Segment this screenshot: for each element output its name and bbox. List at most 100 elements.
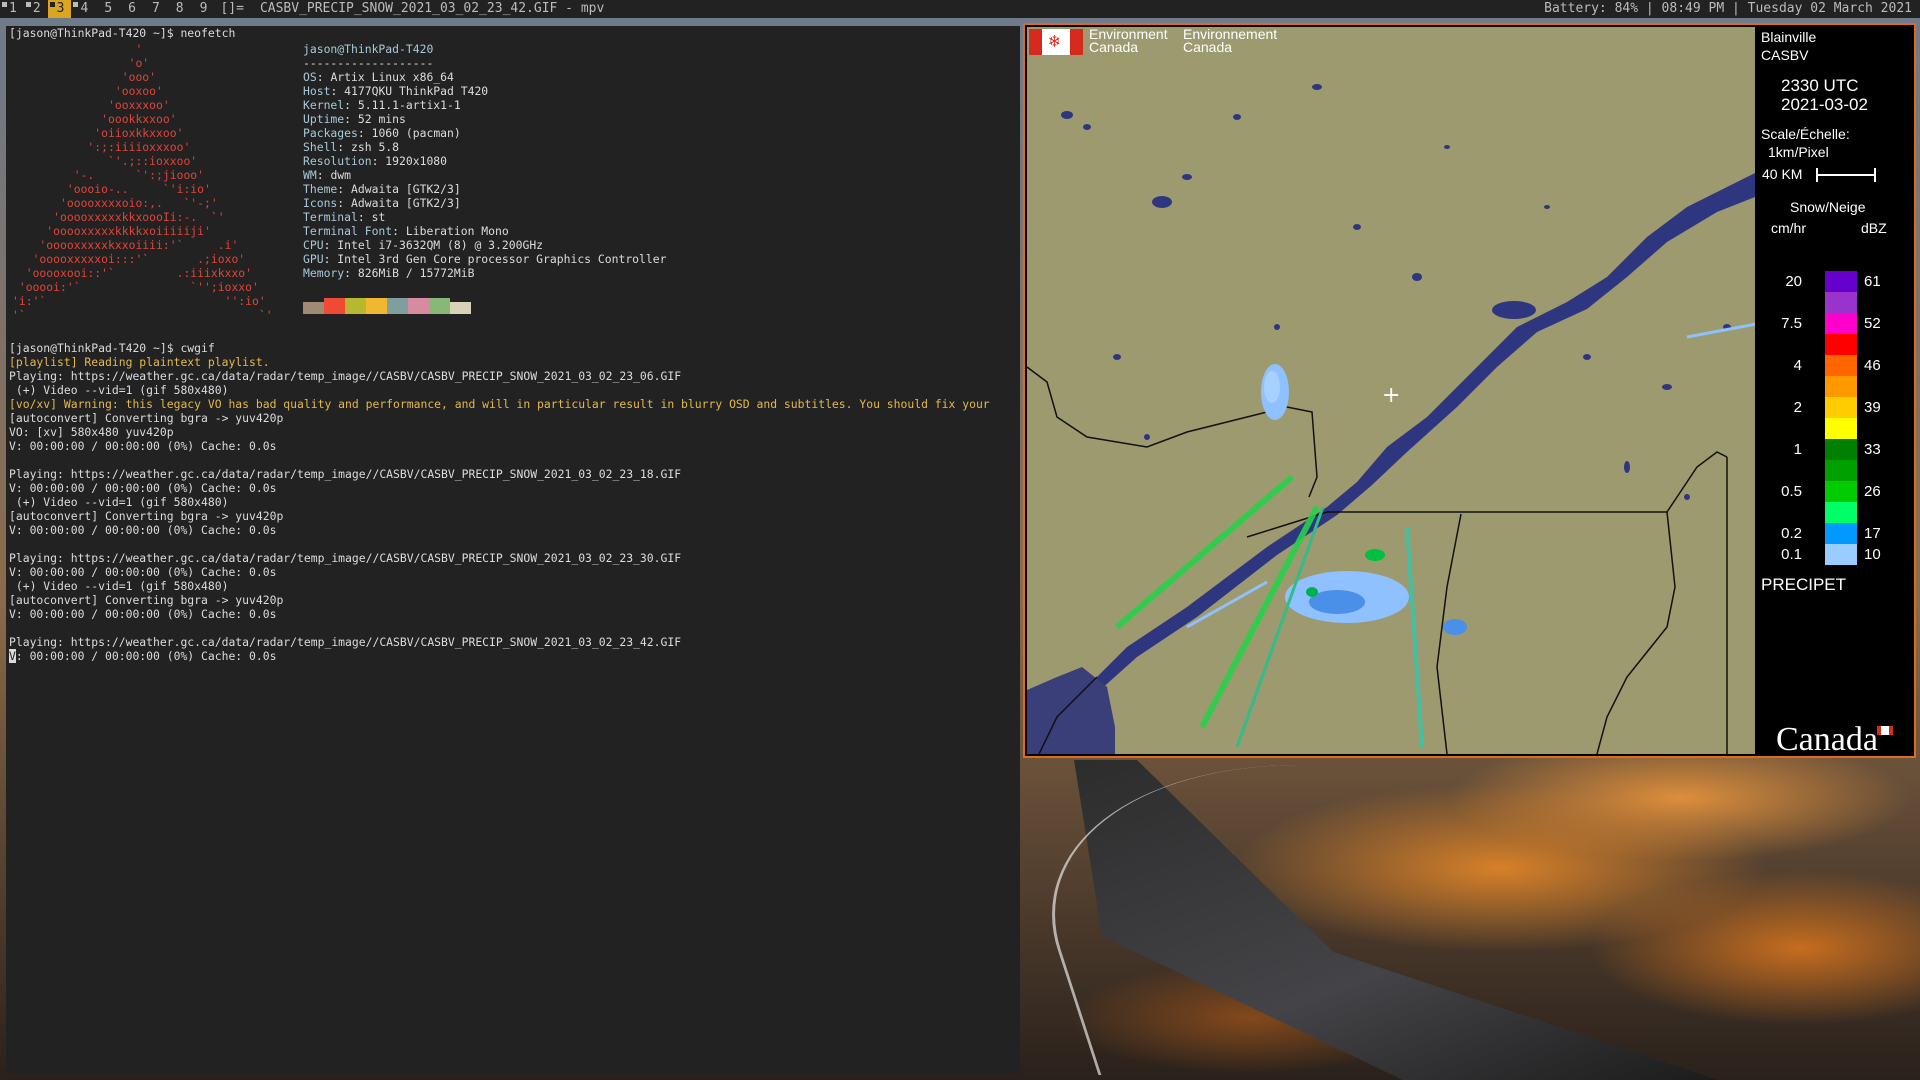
neofetch-value: st (371, 210, 386, 224)
radar-legend: Blainville CASBV 2330 UTC 2021-03-02 Sca… (1758, 25, 1914, 758)
terminal-line: [autoconvert] Converting bgra -> yuv420p (9, 509, 284, 523)
scale-dbz-label: 33 (1864, 441, 1881, 458)
wordmark-flag-icon (1877, 726, 1893, 735)
neofetch-key: Icons (303, 196, 338, 210)
terminal-line: (+) Video --vid=1 (gif 580x480) (9, 495, 229, 509)
scale-rate-label: 0.5 (1781, 483, 1802, 500)
workspace-tag-9[interactable]: 9 (191, 0, 215, 18)
workspace-tag-8[interactable]: 8 (167, 0, 191, 18)
status-text: Battery: 84% | 08:49 PM | Tuesday 02 Mar… (1544, 1, 1912, 16)
station-id: CASBV (1761, 47, 1809, 63)
terminal-cursor: V (9, 649, 16, 663)
workspace-tag-2[interactable]: 2 (24, 0, 48, 18)
neofetch-key: Kernel (303, 98, 345, 112)
palette-swatch (429, 298, 450, 314)
neofetch-row: Terminal: st (303, 210, 386, 224)
terminal-line: V: 00:00:00 / 00:00:00 (0%) Cache: 0.0s (9, 523, 277, 537)
workspace-tag-3[interactable]: 3 (47, 0, 72, 18)
distro-ascii-logo: ' 'o' 'ooo' 'ooxoo' 'ooxxxoo' 'oookkxxoo… (12, 42, 273, 322)
color-scale-swatch (1825, 334, 1857, 355)
neofetch-key: Theme (303, 182, 338, 196)
neofetch-key: CPU (303, 238, 324, 252)
scale-label: Scale/Échelle: (1761, 126, 1850, 142)
radar-date: 2021-03-02 (1781, 95, 1868, 114)
neofetch-value: Intel 3rd Gen Core processor Graphics Co… (337, 252, 667, 266)
palette-swatch (366, 298, 387, 314)
neofetch-user: jason@ThinkPad-T420 (303, 42, 434, 56)
palette-swatch (450, 302, 471, 314)
neofetch-value: 826MiB / 15772MiB (357, 266, 475, 280)
terminal-line: V: 00:00:00 / 00:00:00 (0%) Cache: 0.0s (9, 481, 277, 495)
color-scale-swatch (1825, 544, 1857, 565)
color-scale-swatch (1825, 523, 1857, 544)
workspace-tag-4[interactable]: 4 (71, 0, 95, 18)
terminal-line: (+) Video --vid=1 (gif 580x480) (9, 383, 229, 397)
neofetch-value: 52 mins (357, 112, 406, 126)
distance-label: 40 KM (1762, 166, 1803, 182)
color-scale-swatch (1825, 355, 1857, 376)
neofetch-key: Terminal Font (303, 224, 393, 238)
scale-rate-label: 0.1 (1781, 546, 1802, 563)
terminal-line: Playing: https://weather.gc.ca/data/rada… (9, 635, 682, 649)
terminal-line: [playlist] Reading plaintext playlist. (9, 355, 270, 369)
workspace-tag-7[interactable]: 7 (143, 0, 167, 18)
workspace-tag-5[interactable]: 5 (95, 0, 119, 18)
radar-echoes (1115, 322, 1755, 748)
neofetch-row: Host: 4177QKU ThinkPad T420 (303, 84, 489, 98)
neofetch-row: Resolution: 1920x1080 (303, 154, 448, 168)
terminal-line: V: 00:00:00 / 00:00:00 (0%) Cache: 0.0s (9, 649, 277, 663)
neofetch-value: 1920x1080 (385, 154, 448, 168)
workspace-tag-1[interactable]: 1 (0, 0, 24, 18)
neofetch-value: Artix Linux x86_64 (330, 70, 454, 84)
scale-rate-label: 20 (1785, 273, 1802, 290)
neofetch-row: Memory: 826MiB / 15772MiB (303, 266, 475, 280)
neofetch-row: Icons: Adwaita [GTK2/3] (303, 196, 461, 210)
radar-site-crosshair-icon: + (1382, 383, 1401, 408)
legend-title: Snow/Neige (1790, 199, 1866, 215)
workspace-tag-6[interactable]: 6 (119, 0, 143, 18)
neofetch-row: CPU: Intel i7-3632QM (8) @ 3.200GHz (303, 238, 544, 252)
neofetch-key: WM (303, 168, 317, 182)
palette-swatch (408, 298, 429, 314)
workspace-tags: 123456789 (0, 0, 214, 18)
layout-indicator[interactable]: []= (214, 0, 253, 18)
color-scale-swatch (1825, 502, 1857, 523)
window-title: CASBV_PRECIP_SNOW_2021_03_02_23_42.GIF -… (259, 1, 605, 16)
terminal-line: (+) Video --vid=1 (gif 580x480) (9, 579, 229, 593)
neofetch-value: Adwaita [GTK2/3] (351, 196, 461, 210)
neofetch-value: Intel i7-3632QM (8) @ 3.200GHz (337, 238, 544, 252)
neofetch-key: Shell (303, 140, 338, 154)
radar-header: ❄ Environment Canada Environnement Canad… (1027, 27, 1755, 55)
neofetch-separator: ------------------- (303, 56, 434, 70)
neofetch-row: Kernel: 5.11.1-artix1-1 (303, 98, 461, 112)
agency-name-fr: Environnement Canada (1183, 27, 1278, 55)
neofetch-key: OS (303, 70, 317, 84)
lake-saint-jean (1492, 301, 1536, 319)
scale-dbz-label: 46 (1864, 357, 1881, 374)
scale-rate-label: 7.5 (1781, 315, 1802, 332)
distance-scale-bar (1816, 168, 1876, 182)
neofetch-value: Liberation Mono (405, 224, 509, 238)
mpv-window[interactable]: ❄ Environment Canada Environnement Canad… (1025, 25, 1914, 758)
unit-rate: cm/hr (1771, 220, 1806, 236)
neofetch-key: Resolution (303, 154, 372, 168)
terminal-line: [jason@ThinkPad-T420 ~]$ cwgif (9, 341, 215, 355)
canada-flag-icon: ❄ (1029, 29, 1083, 55)
radar-map[interactable]: ❄ Environment Canada Environnement Canad… (1027, 27, 1755, 754)
palette-swatch (387, 298, 408, 314)
color-scale-swatch (1825, 271, 1857, 292)
terminal-window[interactable]: [jason@ThinkPad-T420 ~]$ neofetch ' 'o' … (6, 26, 1020, 1074)
unit-dbz: dBZ (1861, 220, 1887, 236)
neofetch-row: Packages: 1060 (pacman) (303, 126, 461, 140)
radar-time: 2330 UTC (1781, 76, 1859, 95)
scale-rate-label: 0.2 (1781, 525, 1802, 542)
scale-rate-label: 4 (1793, 357, 1802, 374)
terminal-line: VO: [xv] 580x480 yuv420p (9, 425, 174, 439)
neofetch-key: Memory (303, 266, 345, 280)
color-scale-swatch (1825, 439, 1857, 460)
scale-rate-label: 2 (1793, 399, 1802, 416)
neofetch-row: GPU: Intel 3rd Gen Core processor Graphi… (303, 252, 667, 266)
neofetch-value: 1060 (pacman) (371, 126, 461, 140)
neofetch-key: Terminal (303, 210, 358, 224)
color-scale-swatch (1825, 418, 1857, 439)
